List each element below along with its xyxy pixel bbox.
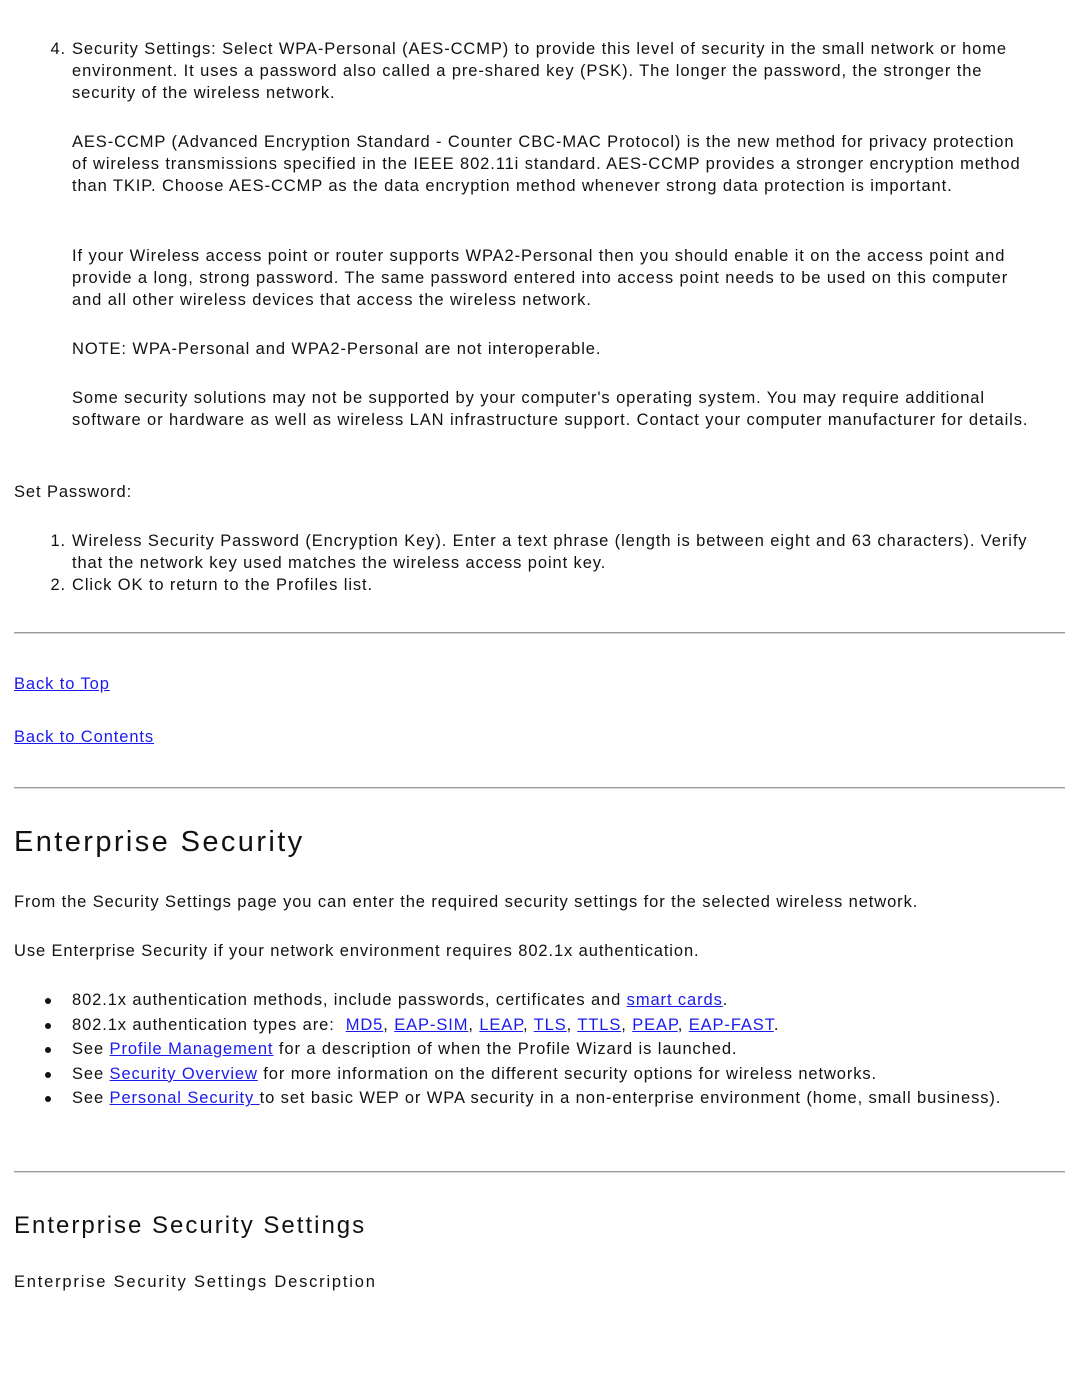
wpa2-paragraph: If your Wireless access point or router … [72, 247, 1009, 309]
back-to-contents-link[interactable]: Back to Contents [14, 726, 154, 748]
bullet-text: for more information on the different se… [257, 1064, 878, 1083]
bullet-text: See [72, 1089, 110, 1108]
enterprise-intro: From the Security Settings page you can … [14, 893, 919, 911]
interoperability-note: NOTE: WPA-Personal and WPA2-Personal are… [72, 340, 602, 358]
bullet-text: for a description of when the Profile Wi… [273, 1040, 738, 1059]
enterprise-use-when: Use Enterprise Security if your network … [14, 942, 700, 960]
bullet-icon [45, 1022, 51, 1029]
bullet-text: See [72, 1064, 110, 1083]
list-item: See Security Overview for more informati… [72, 1062, 1032, 1087]
aes-ccmp-paragraph: AES-CCMP (Advanced Encryption Standard -… [72, 133, 1021, 195]
eap-sim-link[interactable]: EAP-SIM [394, 1016, 468, 1034]
horizontal-rule [14, 1171, 1065, 1173]
bullet-text: to set basic WEP or WPA security in a no… [259, 1089, 1002, 1108]
list-number: 1. [50, 532, 66, 550]
smart-cards-link[interactable]: smart cards [627, 991, 723, 1009]
separator: , [468, 1015, 480, 1034]
leap-link[interactable]: LEAP [479, 1016, 523, 1034]
eap-fast-link[interactable]: EAP-FAST [689, 1016, 774, 1034]
peap-link[interactable]: PEAP [632, 1016, 678, 1034]
bullet-icon [45, 1071, 51, 1078]
bullet-text: 802.1x authentication types are: [72, 1015, 346, 1034]
personal-security-link[interactable]: Personal Security [110, 1089, 260, 1107]
bullet-icon [45, 998, 51, 1004]
bullet-text: . [773, 1015, 780, 1034]
separator: , [523, 1015, 534, 1034]
back-to-top-link[interactable]: Back to Top [14, 673, 110, 695]
list-item: See Profile Management for a description… [72, 1037, 1032, 1062]
md5-link[interactable]: MD5 [346, 1016, 384, 1034]
security-settings-step: Security Settings: Select WPA-Personal (… [72, 40, 1007, 102]
horizontal-rule [14, 787, 1065, 789]
enterprise-security-settings-heading: Enterprise Security Settings [14, 1212, 367, 1239]
password-step: Click OK to return to the Profiles list. [72, 576, 374, 594]
separator: , [566, 1015, 578, 1034]
bullet-text: 802.1x authentication methods, include p… [72, 991, 627, 1009]
enterprise-security-heading: Enterprise Security [14, 826, 305, 858]
set-password-label: Set Password: [14, 483, 133, 501]
separator: , [621, 1015, 633, 1034]
list-item: See Personal Security to set basic WEP o… [72, 1086, 1032, 1111]
settings-description-label: Enterprise Security Settings Description [14, 1273, 377, 1291]
security-overview-link[interactable]: Security Overview [110, 1065, 258, 1083]
list-number: 2. [50, 576, 66, 594]
separator: , [677, 1015, 689, 1034]
bullet-icon [45, 1047, 51, 1054]
list-number: 4. [50, 40, 66, 58]
separator: , [383, 1015, 395, 1034]
os-support-paragraph: Some security solutions may not be suppo… [72, 389, 1029, 429]
list-item: 802.1x authentication methods, include p… [72, 988, 1032, 1013]
profile-management-link[interactable]: Profile Management [110, 1040, 274, 1058]
tls-link[interactable]: TLS [534, 1016, 567, 1034]
list-item: 802.1x authentication types are: MD5, EA… [72, 1013, 1032, 1038]
password-step: Wireless Security Password (Encryption K… [72, 532, 1028, 572]
bullet-text: . [722, 991, 729, 1009]
bullet-icon [45, 1096, 51, 1103]
bullet-text: See [72, 1040, 110, 1059]
ttls-link[interactable]: TTLS [577, 1016, 621, 1034]
horizontal-rule [14, 632, 1065, 634]
